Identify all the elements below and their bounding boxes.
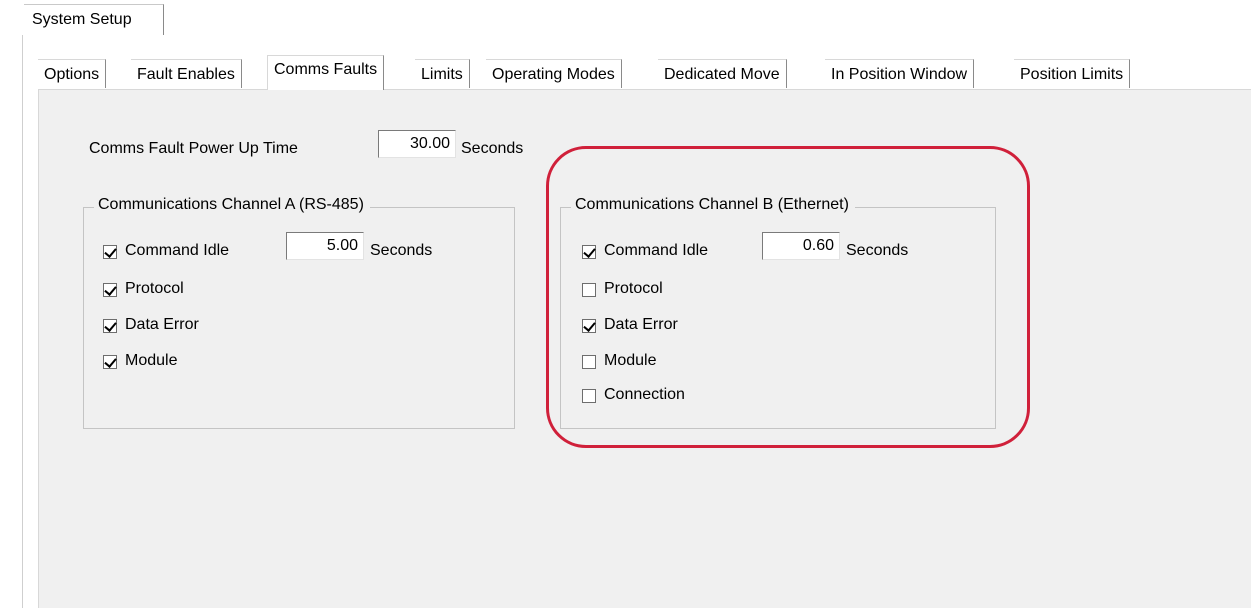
tab-limits[interactable]: Limits <box>415 59 470 88</box>
channel-b-protocol-checkbox[interactable] <box>582 283 596 297</box>
channel-b-data-error-label: Data Error <box>604 316 678 333</box>
channel-a-protocol-label: Protocol <box>125 280 184 297</box>
channel-b-connection-checkbox[interactable] <box>582 389 596 403</box>
channel-a-title: Communications Channel A (RS-485) <box>94 196 370 214</box>
power-up-time-unit: Seconds <box>461 140 524 157</box>
tab-comms-faults[interactable]: Comms Faults <box>267 55 385 90</box>
tab-position-limits[interactable]: Position Limits <box>1014 59 1131 88</box>
channel-b-command-idle-label: Command Idle <box>604 242 709 259</box>
channel-b-command-idle-checkbox[interactable] <box>582 245 596 259</box>
channel-b-connection-label: Connection <box>604 386 685 403</box>
power-up-time-label: Comms Fault Power Up Time <box>89 140 298 157</box>
channel-a-command-idle-field[interactable]: 5.00 <box>286 232 364 260</box>
channel-b-module-label: Module <box>604 352 657 369</box>
tab-dedicated-move[interactable]: Dedicated Move <box>658 59 787 88</box>
tab-system-setup[interactable]: System Setup <box>24 4 164 36</box>
channel-b-command-idle-unit: Seconds <box>846 242 909 259</box>
channel-a-command-idle-label: Command Idle <box>125 242 230 259</box>
channel-a-data-error-label: Data Error <box>125 316 199 333</box>
tab-options[interactable]: Options <box>38 59 107 88</box>
channel-b-data-error-checkbox[interactable] <box>582 319 596 333</box>
channel-b-command-idle-field[interactable]: 0.60 <box>762 232 840 260</box>
channel-a-command-idle-unit: Seconds <box>370 242 433 259</box>
power-up-time-field[interactable]: 30.00 <box>378 130 456 158</box>
tab-operating-modes[interactable]: Operating Modes <box>486 59 622 88</box>
channel-a-protocol-checkbox[interactable] <box>103 283 117 297</box>
tab-in-position-window[interactable]: In Position Window <box>825 59 975 88</box>
tab-fault-enables[interactable]: Fault Enables <box>131 59 242 88</box>
channel-a-command-idle-checkbox[interactable] <box>103 245 117 259</box>
tab-system-setup-label: System Setup <box>32 11 132 28</box>
channel-b-protocol-label: Protocol <box>604 280 663 297</box>
channel-b-title: Communications Channel B (Ethernet) <box>571 196 855 214</box>
channel-a-data-error-checkbox[interactable] <box>103 319 117 333</box>
channel-a-module-checkbox[interactable] <box>103 355 117 369</box>
channel-a-module-label: Module <box>125 352 178 369</box>
channel-b-module-checkbox[interactable] <box>582 355 596 369</box>
